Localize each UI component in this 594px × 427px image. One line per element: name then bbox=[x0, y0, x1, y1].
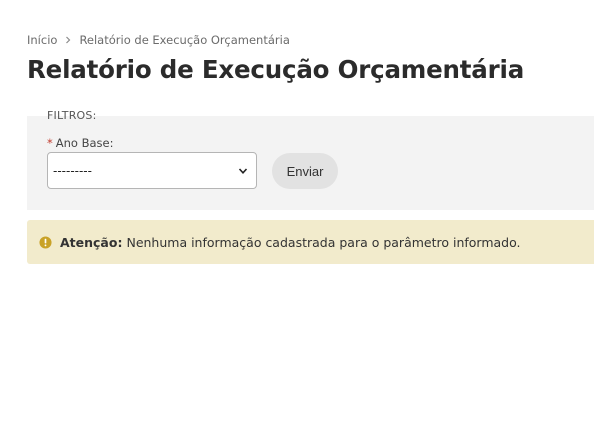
warning-circle-icon bbox=[39, 235, 52, 249]
alert-message: Nenhuma informação cadastrada para o par… bbox=[126, 234, 521, 250]
filters-section-label: FILTROS: bbox=[47, 109, 97, 122]
ano-base-select[interactable]: --------- bbox=[47, 152, 257, 189]
ano-base-label-text: Ano Base: bbox=[55, 136, 114, 150]
submit-button[interactable]: Enviar bbox=[272, 153, 338, 189]
breadcrumb-home-link[interactable]: Início bbox=[27, 33, 57, 47]
breadcrumb-current: Relatório de Execução Orçamentária bbox=[79, 33, 290, 47]
required-marker: * bbox=[47, 136, 53, 150]
page-title: Relatório de Execução Orçamentária bbox=[27, 55, 525, 84]
chevron-right-icon bbox=[66, 36, 71, 44]
breadcrumb: Início Relatório de Execução Orçamentári… bbox=[27, 33, 290, 47]
ano-base-label: * Ano Base: bbox=[47, 136, 113, 150]
ano-base-selected-value: --------- bbox=[53, 163, 92, 178]
alert-title: Atenção: bbox=[60, 234, 123, 250]
chevron-down-icon bbox=[238, 167, 248, 174]
attention-alert: Atenção: Nenhuma informação cadastrada p… bbox=[27, 220, 594, 264]
